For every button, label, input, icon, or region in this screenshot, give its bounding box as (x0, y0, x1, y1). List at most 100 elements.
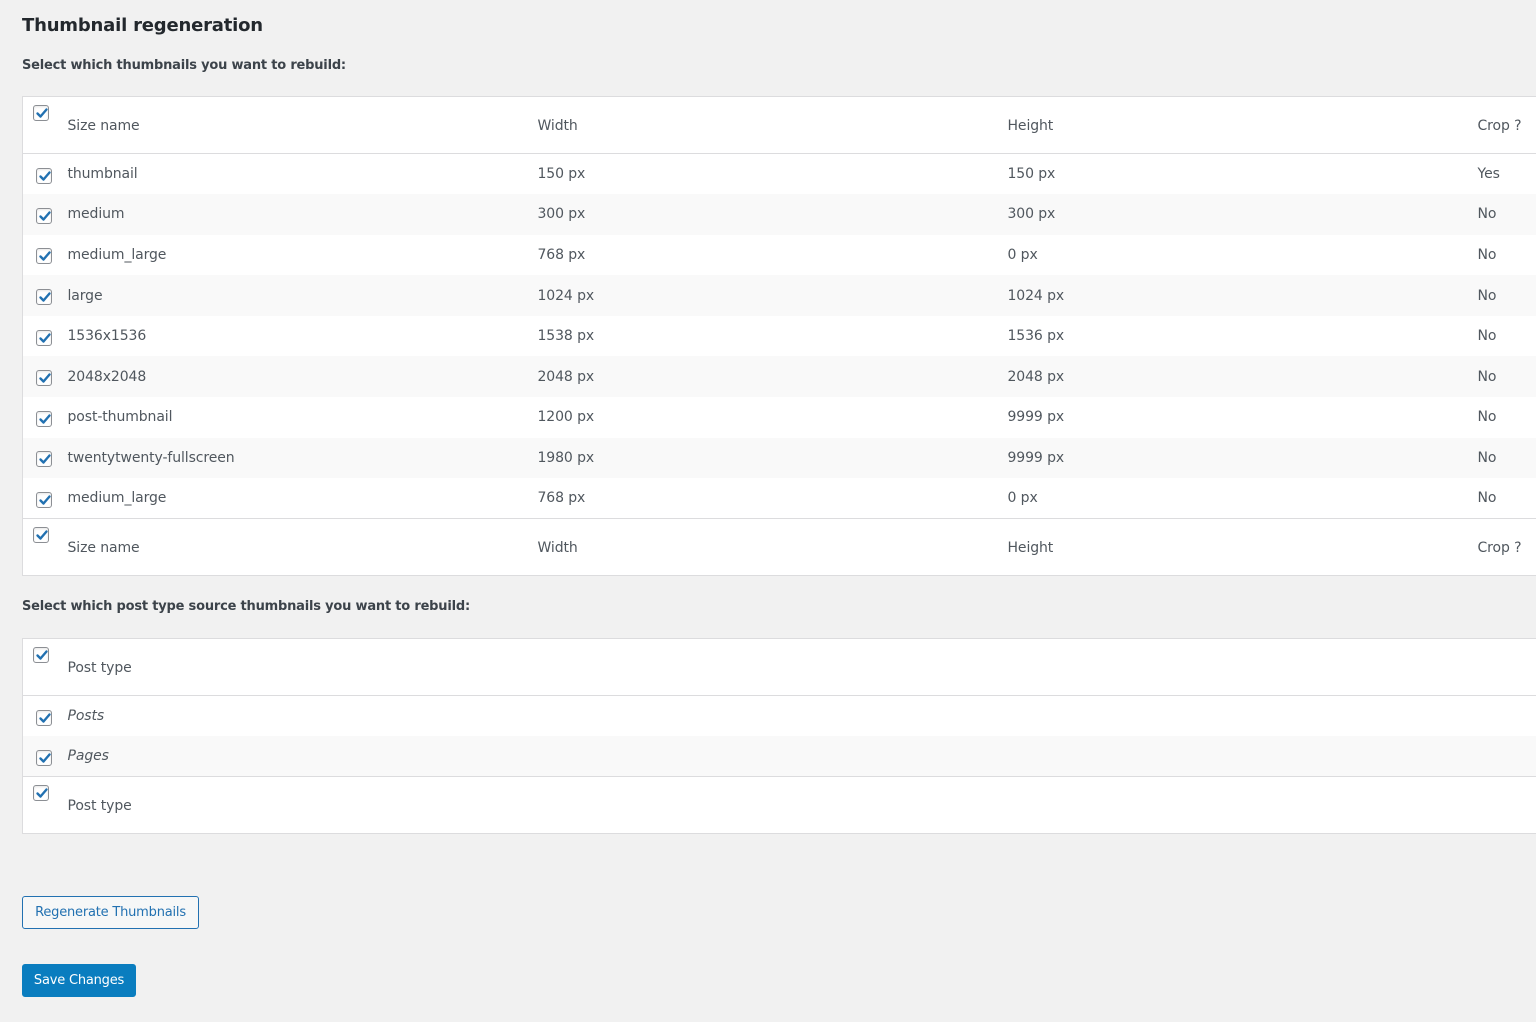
height-cell: 9999 px (1007, 449, 1065, 466)
table-footer-row: Size name Width Height Crop ? (22, 518, 1536, 576)
width-cell: 768 px (537, 246, 586, 263)
width-cell: 1980 px (537, 449, 595, 466)
table-row: Pages (22, 736, 1536, 777)
checkmark-icon (39, 752, 51, 763)
width-cell: 150 px (537, 166, 586, 183)
width-cell: 1538 px (537, 328, 595, 345)
row-checkbox[interactable] (36, 207, 52, 224)
table-row: medium 300 px 300 px No (22, 194, 1536, 235)
table-row: post-thumbnail 1200 px 9999 px No (23, 397, 1536, 438)
crop-cell: No (1477, 449, 1497, 466)
post-types-footer-row: Post type (22, 776, 1536, 834)
width-cell: 768 px (537, 490, 586, 507)
size-name-cell: thumbnail (67, 166, 138, 183)
row-checkbox-cell (23, 235, 68, 276)
table-row: twentytwenty-fullscreen 1980 px 9999 px No (22, 437, 1536, 479)
footer-header-crop[interactable]: Crop ? (1478, 519, 1536, 576)
footer-header-size-name[interactable]: Size name (68, 519, 538, 576)
crop-cell: No (1477, 246, 1497, 263)
column-header-size-name[interactable]: Size name (68, 97, 538, 154)
row-checkbox-cell (23, 438, 68, 479)
table-row: thumbnail 150 px 150 px Yes (23, 154, 1536, 195)
size-name-cell: 2048x2048 (67, 368, 147, 385)
row-checkbox-cell (23, 356, 68, 397)
row-checkbox[interactable] (36, 248, 52, 265)
footer-header-width[interactable]: Width (538, 519, 1008, 576)
sizes-table-body: thumbnail 150 px 150 px Yes medium 300 px 300 … (22, 154, 1536, 519)
row-checkbox[interactable] (36, 491, 52, 508)
checkmark-icon (39, 373, 51, 383)
select-all-checkbox[interactable] (33, 105, 49, 121)
row-checkbox-cell (23, 397, 68, 438)
column-header-crop[interactable]: Crop ? (1478, 97, 1536, 154)
width-cell: 300 px (537, 206, 586, 223)
row-checkbox-cell (23, 478, 68, 519)
checkmark-icon (36, 788, 48, 798)
row-checkbox-cell (23, 736, 68, 777)
checkmark-icon (39, 712, 51, 723)
table-row: 2048x2048 2048 px 2048 px No (22, 356, 1536, 398)
height-cell: 1024 px (1007, 287, 1065, 304)
row-checkbox[interactable] (36, 370, 52, 387)
crop-cell: No (1477, 287, 1497, 304)
table-row: large 1024 px 1024 px No (22, 275, 1536, 316)
height-cell: 0 px (1007, 246, 1038, 263)
select-all-cell-footer (23, 519, 68, 576)
table-row: medium_large 768 px 0 px No (23, 235, 1536, 276)
table-row: Posts (23, 696, 1536, 737)
checkmark-icon (39, 251, 51, 262)
width-cell: 2048 px (537, 368, 595, 385)
checkmark-icon (36, 108, 48, 118)
size-name-cell: medium (67, 206, 125, 223)
checkmark-icon (39, 332, 51, 343)
checkmark-icon (36, 530, 48, 541)
row-checkbox-cell (23, 154, 68, 195)
checkmark-icon (39, 170, 51, 181)
row-checkbox-cell (23, 194, 68, 235)
row-checkbox[interactable] (36, 749, 52, 766)
size-name-cell: medium_large (67, 246, 167, 263)
height-cell: 150 px (1007, 166, 1056, 183)
height-cell: 300 px (1007, 206, 1056, 223)
row-checkbox-cell (23, 316, 68, 357)
thumbnail-sizes-table: Size name Width Height Crop ? thumbnail 1… (22, 96, 1536, 577)
post-type-name-cell: Posts (67, 708, 105, 725)
sizes-description: Select which thumbnails you want to rebu… (22, 58, 346, 73)
post-types-description: Select which post type source thumbnails… (22, 599, 470, 614)
row-checkbox[interactable] (36, 451, 52, 468)
row-checkbox-cell (23, 275, 68, 316)
row-checkbox-cell (23, 696, 68, 737)
checkmark-icon (39, 495, 51, 505)
select-all-checkbox-footer[interactable] (33, 527, 49, 544)
row-checkbox[interactable] (36, 167, 52, 184)
column-header-height[interactable]: Height (1008, 97, 1478, 154)
post-types-table: Post type Posts Pages Post type (22, 638, 1536, 835)
footer-header-height[interactable]: Height (1008, 519, 1478, 576)
table-row: 1536x1536 1538 px 1536 px No (23, 316, 1536, 357)
column-header-width[interactable]: Width (538, 97, 1008, 154)
row-checkbox[interactable] (36, 410, 52, 427)
row-checkbox[interactable] (36, 709, 52, 726)
checkmark-icon (39, 454, 51, 465)
select-all-post-types-checkbox-footer[interactable] (33, 785, 49, 802)
regenerate-thumbnails-button[interactable]: Regenerate Thumbnails (22, 896, 199, 929)
height-cell: 9999 px (1007, 409, 1065, 426)
crop-cell: No (1477, 328, 1497, 345)
size-name-cell: post-thumbnail (67, 409, 173, 426)
size-name-cell: medium_large (67, 490, 167, 507)
row-checkbox[interactable] (36, 289, 52, 306)
footer-header-post-type[interactable]: Post type (68, 777, 1536, 834)
size-name-cell: large (67, 287, 103, 304)
height-cell: 1536 px (1007, 328, 1065, 345)
save-changes-button[interactable]: Save Changes (22, 964, 136, 997)
row-checkbox[interactable] (36, 329, 52, 346)
column-header-post-type[interactable]: Post type (68, 639, 1536, 696)
post-types-table-body: Posts Pages (22, 696, 1536, 777)
crop-cell: No (1477, 409, 1497, 426)
checkmark-icon (36, 650, 48, 660)
size-name-cell: 1536x1536 (67, 328, 147, 345)
crop-cell: No (1477, 490, 1497, 507)
crop-cell: Yes (1477, 166, 1500, 183)
checkmark-icon (39, 292, 51, 302)
select-all-post-types-checkbox[interactable] (33, 647, 49, 663)
